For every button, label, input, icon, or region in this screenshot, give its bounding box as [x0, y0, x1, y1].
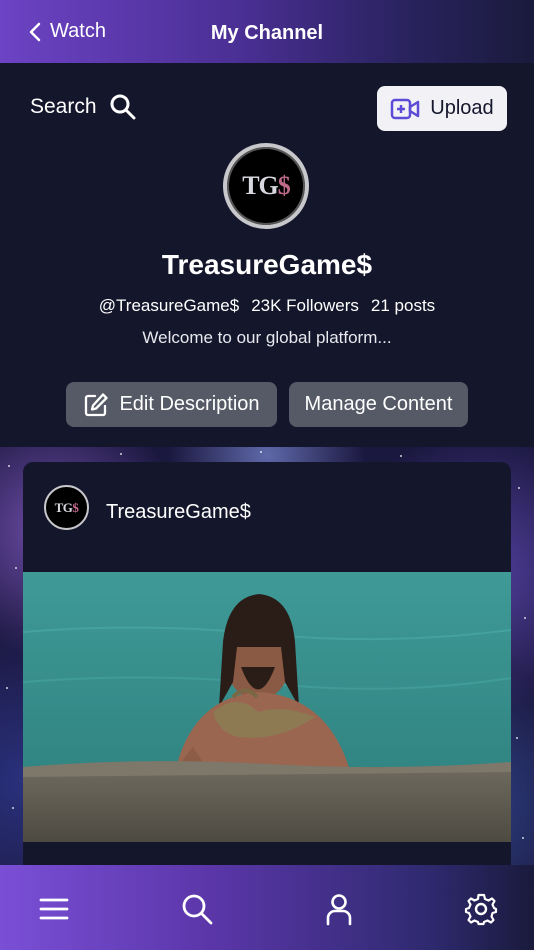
avatar-logo-text: TG — [242, 171, 279, 200]
avatar-logo-symbol: $ — [277, 171, 291, 200]
channel-handle: @TreasureGame$ — [98, 296, 240, 315]
video-camera-icon — [391, 98, 420, 119]
post-author-name[interactable]: TreasureGame$ — [106, 501, 251, 524]
search-icon — [182, 894, 213, 925]
top-bar: Watch My Channel — [0, 0, 534, 63]
posts-count: 21 posts — [370, 296, 436, 315]
channel-stats: @TreasureGame$ 23K Followers 21 posts — [0, 296, 534, 316]
channel-avatar[interactable]: TG $ — [223, 143, 309, 229]
settings-icon — [464, 893, 498, 926]
manage-content-button[interactable]: Manage Content — [289, 382, 468, 427]
post-video-thumbnail[interactable] — [23, 572, 511, 842]
page-title: My Channel — [210, 22, 324, 44]
post-avatar-logo-text: TG — [54, 499, 73, 515]
manage-content-label: Manage Content — [304, 393, 453, 415]
nav-settings-button[interactable] — [461, 889, 501, 929]
search-button[interactable]: Search — [30, 93, 137, 121]
profile-icon — [326, 894, 352, 926]
channel-header: Search Upload TG $ TreasureGame$ @Treasur… — [0, 63, 534, 447]
nav-menu-button[interactable] — [34, 889, 74, 929]
followers-count: 23K Followers — [251, 296, 359, 315]
nav-profile-button[interactable] — [319, 889, 359, 929]
channel-description: Welcome to our global platform... — [142, 328, 392, 347]
post-author-avatar[interactable]: TG $ — [44, 485, 89, 530]
nav-search-button[interactable] — [177, 889, 217, 929]
edit-icon — [85, 392, 109, 416]
upload-button[interactable]: Upload — [377, 86, 507, 131]
channel-name: TreasureGame$ — [161, 249, 373, 280]
post-card[interactable]: TG $ TreasureGame$ — [23, 462, 511, 865]
search-icon — [110, 94, 136, 120]
edit-description-button[interactable]: Edit Description — [66, 382, 277, 427]
search-label: Search — [30, 95, 97, 118]
beach-scene-image — [23, 572, 511, 842]
menu-icon — [39, 898, 69, 920]
post-avatar-logo-symbol: $ — [72, 499, 79, 515]
bottom-nav-bar — [0, 865, 534, 950]
upload-label: Upload — [430, 97, 494, 119]
edit-description-label: Edit Description — [119, 393, 260, 415]
